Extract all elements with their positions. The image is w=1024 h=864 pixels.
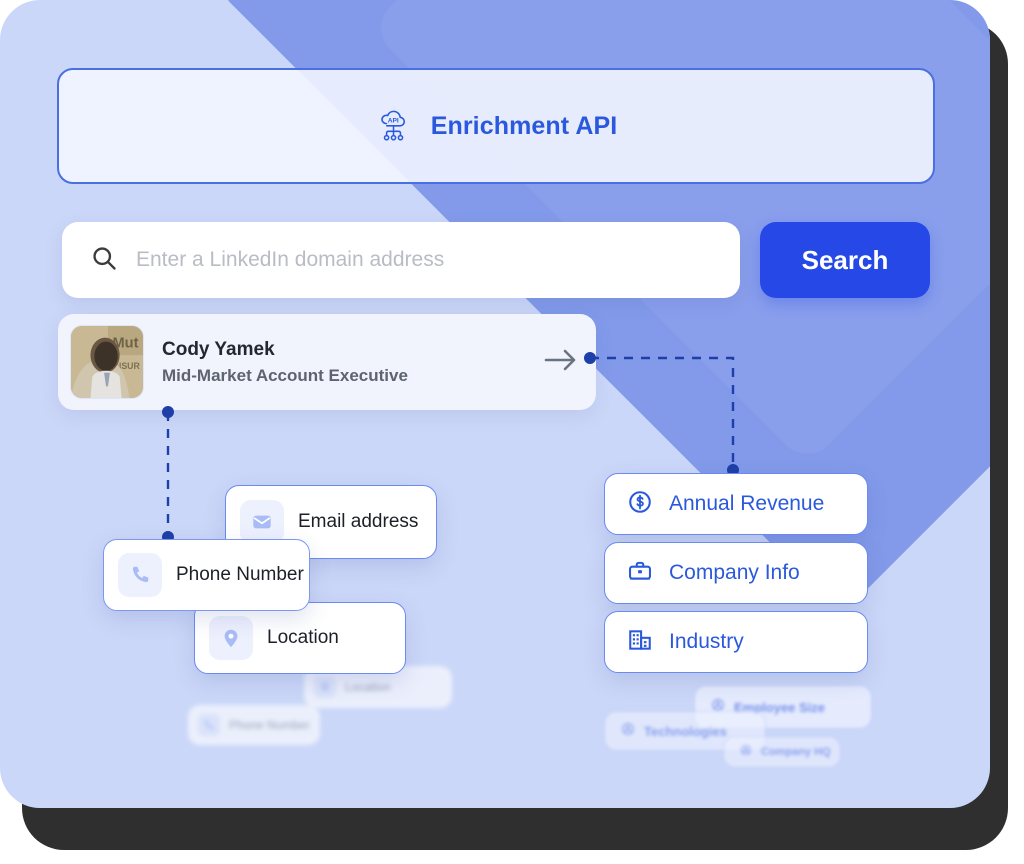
map-pin-icon bbox=[314, 676, 336, 698]
field-card-label: Industry bbox=[669, 630, 744, 653]
phone-icon bbox=[118, 553, 162, 597]
svg-text:API: API bbox=[387, 117, 398, 124]
avatar: Mut NSUR bbox=[70, 325, 144, 399]
map-pin-icon bbox=[209, 616, 253, 660]
field-card-company-info[interactable]: Company Info bbox=[604, 542, 868, 604]
ghost-card-company-hq: Company HQ bbox=[723, 736, 841, 768]
people-icon bbox=[740, 743, 752, 761]
search-input[interactable] bbox=[136, 248, 740, 272]
cloud-api-icon: API bbox=[375, 107, 413, 145]
page-title: Enrichment API bbox=[430, 111, 618, 140]
people-icon bbox=[621, 722, 635, 741]
field-card-label: Email address bbox=[298, 511, 419, 532]
field-card-label: Phone Number bbox=[176, 564, 304, 585]
search-button[interactable]: Search bbox=[760, 222, 930, 298]
search-row: Search bbox=[62, 220, 930, 300]
ghost-card-label: Technologies bbox=[644, 723, 727, 739]
profile-name: Cody Yamek bbox=[162, 338, 275, 360]
field-card-label: Annual Revenue bbox=[669, 492, 825, 515]
ghost-card-label: Company HQ bbox=[761, 746, 831, 758]
profile-role: Mid-Market Account Executive bbox=[162, 365, 408, 385]
ghost-card-label: Location bbox=[345, 680, 391, 694]
envelope-icon bbox=[240, 500, 284, 544]
header-banner: API Enrichment API bbox=[57, 68, 935, 184]
briefcase-icon bbox=[627, 558, 653, 589]
search-box[interactable] bbox=[62, 222, 740, 298]
screenshot-root: API Enrichment API Enter a LinkedIn doma… bbox=[0, 0, 1024, 864]
field-card-label: Company Info bbox=[669, 561, 800, 584]
field-card-location[interactable]: Location bbox=[194, 602, 406, 674]
field-card-annual-revenue[interactable]: Annual Revenue bbox=[604, 473, 868, 535]
phone-icon bbox=[198, 714, 220, 736]
ghost-card-phone: Phone Number bbox=[188, 705, 320, 745]
ghost-card-label: Phone Number bbox=[229, 718, 310, 732]
field-card-phone-number[interactable]: Phone Number bbox=[103, 539, 310, 611]
building-icon bbox=[627, 627, 653, 658]
field-card-label: Location bbox=[267, 627, 339, 648]
profile-result-card[interactable]: Mut NSUR Cody Yamek Mid-Market Account E… bbox=[58, 314, 596, 410]
arrow-right-icon[interactable] bbox=[544, 346, 578, 379]
app-panel: API Enrichment API Enter a LinkedIn doma… bbox=[0, 0, 990, 808]
field-card-industry[interactable]: Industry bbox=[604, 611, 868, 673]
dollar-circle-icon bbox=[627, 489, 653, 520]
search-icon bbox=[90, 244, 118, 277]
